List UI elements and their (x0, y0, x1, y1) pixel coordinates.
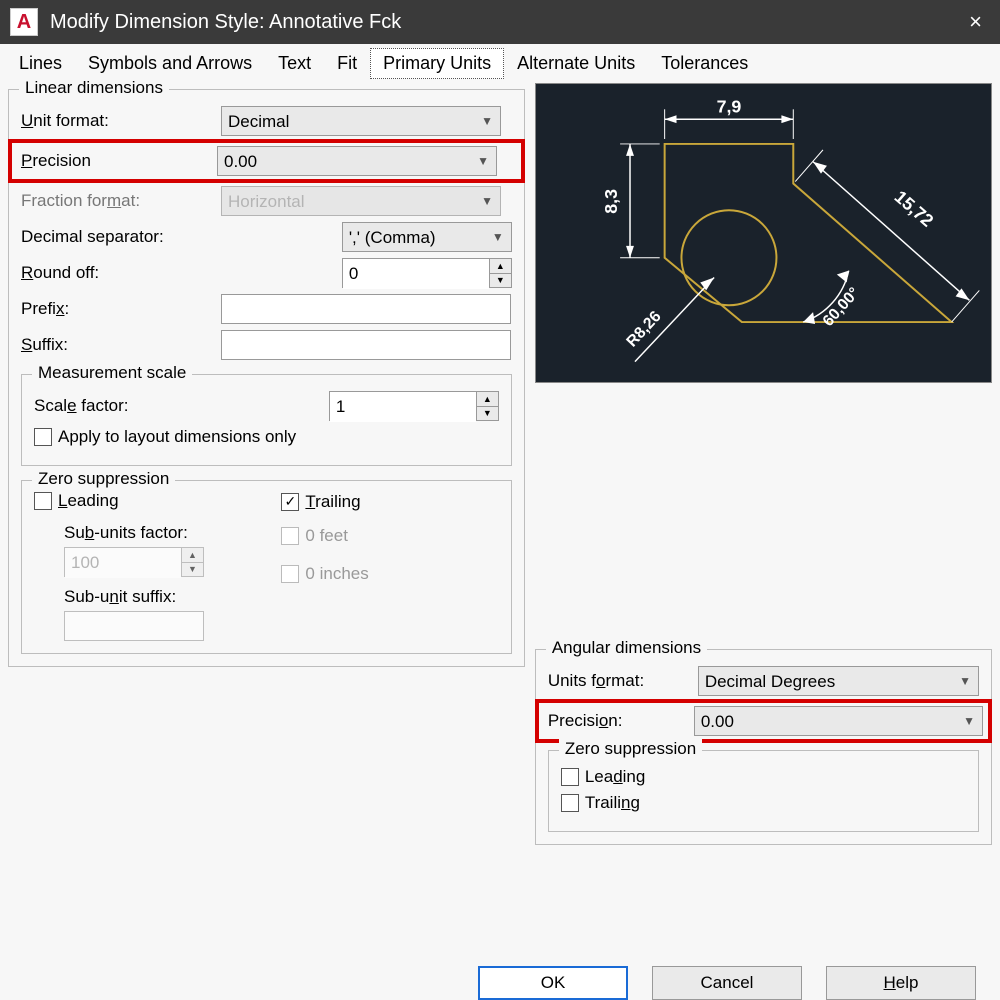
close-icon[interactable]: × (961, 9, 990, 35)
group-zero-suppression-angular: Zero suppression Leading Trailing (548, 750, 979, 832)
unit-format-select[interactable]: Decimal ▼ (221, 106, 501, 136)
dim-left-text: 8,3 (601, 189, 621, 214)
cancel-button[interactable]: Cancel (652, 966, 802, 1000)
tab-bar: Lines Symbols and Arrows Text Fit Primar… (6, 48, 994, 79)
label-subunit-suffix: Sub-unit suffix: (64, 587, 251, 607)
tab-primary-units[interactable]: Primary Units (370, 48, 504, 79)
apply-layout-checkbox[interactable]: Apply to layout dimensions only (34, 427, 296, 447)
legend-angular: Angular dimensions (546, 638, 707, 658)
prefix-input[interactable] (221, 294, 511, 324)
tab-tolerances[interactable]: Tolerances (648, 48, 761, 79)
angular-leading-checkbox[interactable]: Leading (561, 767, 646, 787)
tab-lines[interactable]: Lines (6, 48, 75, 79)
tab-fit[interactable]: Fit (324, 48, 370, 79)
window-title: Modify Dimension Style: Annotative Fck (50, 11, 961, 34)
label-angular-precision: Precision: (544, 711, 694, 731)
subunit-suffix-input (64, 611, 204, 641)
app-icon: A (10, 8, 38, 36)
dim-radius-text: R8,26 (623, 308, 664, 351)
dialog-buttons: OK Cancel Help (6, 948, 994, 1000)
label-fraction-format: Fraction format: (21, 191, 221, 211)
spin-up-icon[interactable]: ▲ (477, 392, 498, 407)
spin-down-icon[interactable]: ▼ (490, 274, 511, 288)
spin-up-icon[interactable]: ▲ (490, 259, 511, 274)
label-subunits-factor: Sub-units factor: (64, 523, 251, 543)
label-unit-format: UUnit format:nit format: (21, 111, 221, 131)
dimension-preview: 7,9 8,3 15,72 (535, 83, 992, 383)
dim-diag-text: 15,72 (890, 187, 937, 231)
label-prefix: Prefix: (21, 299, 221, 319)
help-button[interactable]: Help (826, 966, 976, 1000)
angular-units-format-select[interactable]: Decimal Degrees ▼ (698, 666, 979, 696)
trailing-checkbox[interactable]: ✓Trailing (281, 492, 360, 512)
decimal-separator-select[interactable]: ',' (Comma) ▼ (342, 222, 512, 252)
group-angular-dimensions: Angular dimensions Units format: Decimal… (535, 649, 992, 845)
angular-precision-select[interactable]: 0.00 ▼ (694, 706, 983, 736)
label-suffix: Suffix: (21, 335, 221, 355)
group-zero-suppression-linear: Zero suppression Leading Sub-units facto… (21, 480, 512, 654)
dim-top-text: 7,9 (716, 96, 741, 116)
ok-button[interactable]: OK (478, 966, 628, 1000)
legend-measurement: Measurement scale (32, 363, 192, 383)
tab-text[interactable]: Text (265, 48, 324, 79)
suffix-input[interactable] (221, 330, 511, 360)
label-precision: Precision (17, 151, 217, 171)
legend-linear: Linear dimensions (19, 78, 169, 98)
leading-checkbox[interactable]: Leading (34, 491, 119, 511)
tab-alternate-units[interactable]: Alternate Units (504, 48, 648, 79)
label-decimal-separator: Decimal separator: (21, 227, 221, 247)
precision-select[interactable]: 0.00 ▼ (217, 146, 497, 176)
label-round-off: Round off: (21, 263, 221, 283)
subunits-factor-spinner: ▲▼ (64, 547, 204, 577)
spin-up-icon: ▲ (182, 548, 203, 563)
zero-inches-checkbox: 0 inches (281, 564, 368, 584)
spin-down-icon[interactable]: ▼ (477, 407, 498, 421)
legend-zero-angular: Zero suppression (559, 739, 702, 759)
tab-symbols-arrows[interactable]: Symbols and Arrows (75, 48, 265, 79)
fraction-format-select: Horizontal ▼ (221, 186, 501, 216)
scale-factor-spinner[interactable]: ▲▼ (329, 391, 499, 421)
zero-feet-checkbox: 0 feet (281, 526, 348, 546)
legend-zero-linear: Zero suppression (32, 469, 175, 489)
dialog-window: A Modify Dimension Style: Annotative Fck… (0, 0, 1000, 1000)
titlebar: A Modify Dimension Style: Annotative Fck… (0, 0, 1000, 44)
label-scale-factor: Scale factor: (34, 396, 234, 416)
label-units-format: Units format: (548, 671, 698, 691)
spin-down-icon: ▼ (182, 563, 203, 577)
angular-trailing-checkbox[interactable]: Trailing (561, 793, 640, 813)
group-measurement-scale: Measurement scale Scale factor: ▲▼ Apply… (21, 374, 512, 466)
group-linear-dimensions: Linear dimensions UUnit format:nit forma… (8, 89, 525, 667)
round-off-spinner[interactable]: ▲▼ (342, 258, 512, 288)
